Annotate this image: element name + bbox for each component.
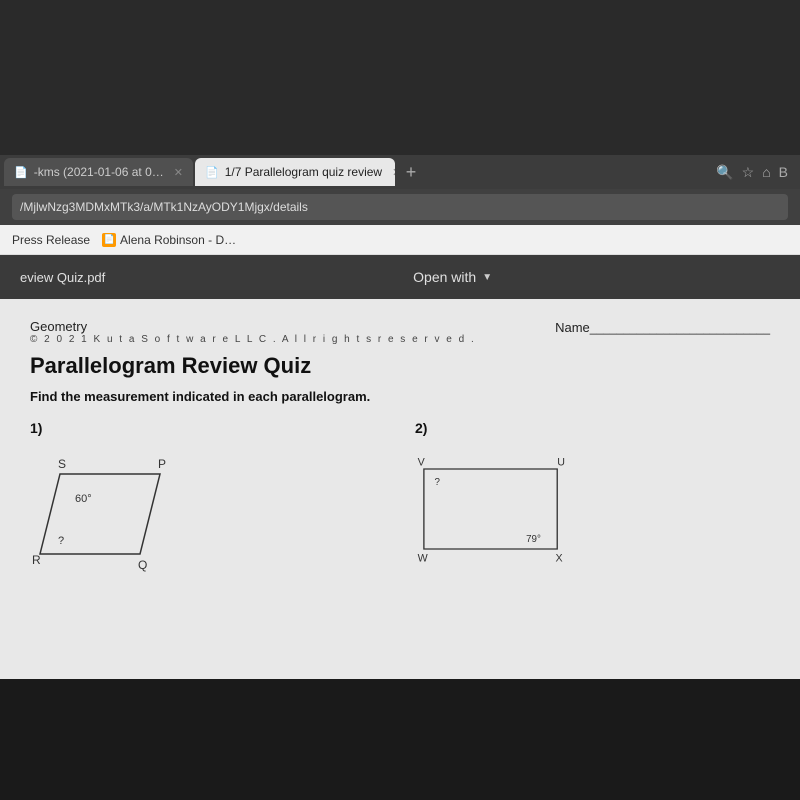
pdf-geometry-label: Geometry bbox=[30, 319, 476, 334]
svg-text:V: V bbox=[418, 456, 426, 468]
browser-icons: 🔍 ☆ ⌂ B bbox=[716, 164, 796, 181]
svg-text:U: U bbox=[557, 456, 565, 468]
problem-2-number: 2) bbox=[415, 420, 770, 436]
new-tab-button[interactable]: + bbox=[397, 158, 425, 186]
pdf-content: Geometry © 2 0 2 1 K u t a S o f t w a r… bbox=[0, 299, 800, 679]
problem-2: 2) V U W X ? 79° bbox=[415, 420, 770, 574]
open-with-arrow-icon: ▼ bbox=[482, 272, 492, 283]
pdf-instructions: Find the measurement indicated in each p… bbox=[30, 389, 770, 404]
tab1-close[interactable]: ✕ bbox=[174, 166, 183, 179]
svg-text:?: ? bbox=[435, 477, 441, 488]
pdf-header: Geometry © 2 0 2 1 K u t a S o f t w a r… bbox=[30, 319, 770, 351]
tab-1[interactable]: 📄 -kms (2021-01-06 at 0… ✕ bbox=[4, 158, 193, 186]
top-dark-area bbox=[0, 0, 800, 155]
problem-1-number: 1) bbox=[30, 420, 385, 436]
bookmark-press-release[interactable]: Press Release bbox=[12, 233, 90, 247]
tab2-close[interactable]: ✕ bbox=[392, 166, 395, 179]
tab2-label: 1/7 Parallelogram quiz review bbox=[225, 165, 382, 179]
browser-chrome: 📄 -kms (2021-01-06 at 0… ✕ 📄 1/7 Paralle… bbox=[0, 155, 800, 679]
address-bar bbox=[0, 189, 800, 225]
svg-text:?: ? bbox=[58, 535, 64, 547]
svg-text:60°: 60° bbox=[75, 493, 92, 505]
problem-1: 1) S P R Q 60° ? bbox=[30, 420, 385, 574]
bookmark-alena-label: Alena Robinson - D… bbox=[120, 233, 236, 247]
bookmark-press-release-label: Press Release bbox=[12, 233, 90, 247]
pdf-subject: Geometry © 2 0 2 1 K u t a S o f t w a r… bbox=[30, 319, 476, 351]
tab1-label: -kms (2021-01-06 at 0… bbox=[34, 165, 164, 179]
address-input[interactable] bbox=[12, 194, 788, 220]
home-icon[interactable]: ⌂ bbox=[762, 164, 770, 180]
bookmark-alena[interactable]: 📄 Alena Robinson - D… bbox=[102, 233, 236, 247]
svg-text:W: W bbox=[418, 552, 429, 564]
svg-text:79°: 79° bbox=[526, 534, 541, 545]
pdf-name-label: Name___________________________ bbox=[555, 320, 770, 335]
search-icon[interactable]: 🔍 bbox=[716, 164, 733, 181]
svg-text:P: P bbox=[158, 457, 166, 471]
star-icon[interactable]: ☆ bbox=[742, 164, 755, 181]
extension-icon[interactable]: B bbox=[779, 164, 788, 180]
problem-2-diagram: V U W X ? 79° bbox=[415, 444, 575, 574]
svg-text:S: S bbox=[58, 457, 66, 471]
pdf-copyright: © 2 0 2 1 K u t a S o f t w a r e L L C … bbox=[30, 334, 476, 345]
tab2-favicon: 📄 bbox=[205, 166, 219, 179]
pdf-name-area: Name___________________________ bbox=[555, 319, 770, 351]
svg-text:R: R bbox=[32, 553, 41, 567]
open-with-label: Open with bbox=[413, 269, 476, 285]
bookmarks-bar: Press Release 📄 Alena Robinson - D… bbox=[0, 225, 800, 255]
pdf-filename: eview Quiz.pdf bbox=[20, 270, 105, 285]
bookmark-alena-favicon: 📄 bbox=[102, 233, 116, 247]
tab-2[interactable]: 📄 1/7 Parallelogram quiz review ✕ bbox=[195, 158, 395, 186]
pdf-toolbar: eview Quiz.pdf Open with ▼ bbox=[0, 255, 800, 299]
tab-bar: 📄 -kms (2021-01-06 at 0… ✕ 📄 1/7 Paralle… bbox=[0, 155, 800, 189]
pdf-title: Parallelogram Review Quiz bbox=[30, 353, 770, 379]
svg-text:X: X bbox=[555, 552, 562, 564]
open-with-button[interactable]: Open with ▼ bbox=[413, 269, 492, 285]
svg-text:Q: Q bbox=[138, 558, 147, 572]
problem-1-diagram: S P R Q 60° ? bbox=[30, 444, 190, 574]
tab1-favicon: 📄 bbox=[14, 166, 28, 179]
problems-row: 1) S P R Q 60° ? bbox=[30, 420, 770, 574]
